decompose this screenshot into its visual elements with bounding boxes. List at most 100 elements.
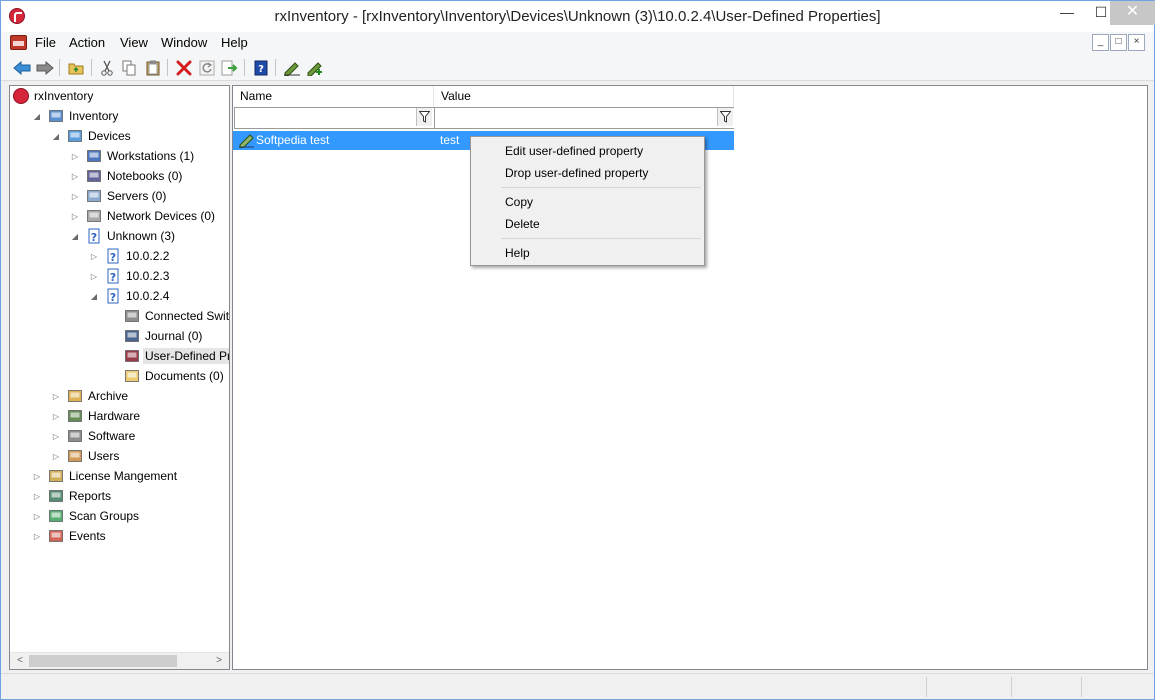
menu-window[interactable]: Window (161, 35, 207, 50)
tree-item-hardware[interactable]: ▷ Hardware (51, 406, 142, 426)
scrollbar-thumb[interactable] (29, 655, 177, 667)
filter-funnel-icon (419, 111, 430, 123)
menu-item-delete[interactable]: Delete (505, 217, 540, 231)
license-icon (48, 468, 64, 484)
up-folder-button[interactable] (66, 58, 85, 77)
collapsed-arrow-icon[interactable]: ▷ (32, 491, 42, 501)
tree-item-events[interactable]: ▷ Events (32, 526, 108, 546)
window-title: rxInventory - [rxInventory\Inventory\Dev… (274, 8, 881, 25)
collapsed-arrow-icon[interactable]: ▷ (51, 451, 61, 461)
switch-icon (124, 308, 140, 324)
close-button[interactable]: ✕ (1110, 1, 1155, 25)
tree-item-devices[interactable]: ◢ Devices (51, 126, 133, 146)
name-filter-input[interactable] (234, 107, 434, 129)
tree-item-workstations-1[interactable]: ▷ Workstations (1) (70, 146, 196, 166)
collapsed-arrow-icon[interactable]: ▷ (51, 411, 61, 421)
tree-item-10-0-2-4[interactable]: ◢? 10.0.2.4 (89, 286, 171, 306)
value-filter-button[interactable] (717, 108, 733, 126)
filter-funnel-icon (720, 111, 731, 123)
expanded-arrow-icon[interactable]: ◢ (70, 231, 80, 241)
column-header-value[interactable]: Value (434, 86, 734, 107)
tree-item-journal-0[interactable]: Journal (0) (108, 326, 204, 346)
scroll-left-arrow-icon[interactable]: < (13, 654, 27, 668)
menu-item-copy[interactable]: Copy (505, 195, 533, 209)
cut-button[interactable] (97, 58, 116, 77)
unknown-host-icon: ? (105, 288, 121, 304)
hardware-icon (67, 408, 83, 424)
menu-file[interactable]: File (35, 35, 56, 50)
tree-item-network-devices-0[interactable]: ▷ Network Devices (0) (70, 206, 217, 226)
back-button[interactable] (12, 58, 31, 77)
inventory-icon (48, 108, 64, 124)
expanded-arrow-icon[interactable]: ◢ (51, 131, 61, 141)
collapsed-arrow-icon[interactable]: ▷ (89, 251, 99, 261)
collapsed-arrow-icon[interactable]: ▷ (70, 171, 80, 181)
expanded-arrow-icon[interactable]: ◢ (32, 111, 42, 121)
add-property-button[interactable] (305, 58, 324, 77)
tree-item-label: 10.0.2.2 (126, 249, 170, 263)
expanded-arrow-icon[interactable]: ◢ (89, 291, 99, 301)
edit-property-button[interactable] (282, 58, 301, 77)
copy-button[interactable] (120, 58, 139, 77)
collapsed-arrow-icon[interactable]: ▷ (32, 531, 42, 541)
help-button[interactable]: ? (251, 58, 270, 77)
forward-button[interactable] (35, 58, 54, 77)
tree-item-rxinventory[interactable]: rxInventory (13, 86, 95, 106)
refresh-icon (199, 60, 214, 75)
paste-button[interactable] (143, 58, 162, 77)
tree-item-scan-groups[interactable]: ▷ Scan Groups (32, 506, 141, 526)
tree-item-label: Workstations (1) (107, 149, 195, 163)
refresh-button[interactable] (197, 58, 216, 77)
value-filter-input[interactable] (434, 107, 734, 129)
minimize-button[interactable]: — (1050, 1, 1084, 25)
tree-item-notebooks-0[interactable]: ▷ Notebooks (0) (70, 166, 184, 186)
menu-action[interactable]: Action (69, 35, 105, 50)
tree-item-user-defined-prop[interactable]: User-Defined Prop (108, 346, 229, 366)
collapsed-arrow-icon[interactable]: ▷ (89, 271, 99, 281)
collapsed-arrow-icon[interactable]: ▷ (51, 431, 61, 441)
mdi-child-icon[interactable] (10, 35, 27, 50)
menu-item-drop-property[interactable]: Drop user-defined property (505, 166, 648, 180)
collapsed-arrow-icon[interactable]: ▷ (70, 191, 80, 201)
menu-item-edit-property[interactable]: Edit user-defined property (505, 144, 643, 158)
tree-item-software[interactable]: ▷ Software (51, 426, 137, 446)
navigation-tree[interactable]: rxInventory ◢ Inventory ◢ Devices ▷ Workstatio… (9, 85, 230, 670)
menu-view[interactable]: View (120, 35, 148, 50)
tree-item-archive[interactable]: ▷ Archive (51, 386, 130, 406)
tree-item-license-mangement[interactable]: ▷ License Mangement (32, 466, 179, 486)
mdi-restore-button[interactable]: □ (1110, 34, 1127, 51)
tree-item-servers-0[interactable]: ▷ Servers (0) (70, 186, 168, 206)
tree-horizontal-scrollbar[interactable]: < > (10, 652, 229, 669)
tree-item-10-0-2-3[interactable]: ▷? 10.0.2.3 (89, 266, 171, 286)
tree-item-unknown-3[interactable]: ◢? Unknown (3) (70, 226, 177, 246)
folder-up-icon (68, 63, 83, 74)
collapsed-arrow-icon[interactable]: ▷ (70, 151, 80, 161)
tree-item-documents-0[interactable]: Documents (0) (108, 366, 226, 386)
mdi-close-button[interactable]: × (1128, 34, 1145, 51)
column-header-name[interactable]: Name (233, 86, 434, 107)
toolbar-separator (167, 59, 168, 76)
collapsed-arrow-icon[interactable]: ▷ (70, 211, 80, 221)
name-filter-button[interactable] (416, 108, 432, 126)
collapsed-arrow-icon[interactable]: ▷ (32, 511, 42, 521)
tree-item-reports[interactable]: ▷ Reports (32, 486, 113, 506)
menu-help[interactable]: Help (221, 35, 248, 50)
mdi-minimize-button[interactable]: _ (1092, 34, 1109, 51)
menu-item-help[interactable]: Help (505, 246, 530, 260)
tree-item-10-0-2-2[interactable]: ▷? 10.0.2.2 (89, 246, 171, 266)
export-button[interactable] (220, 58, 239, 77)
tree-item-inventory[interactable]: ◢ Inventory (32, 106, 120, 126)
collapsed-arrow-icon[interactable]: ▷ (51, 391, 61, 401)
devices-icon (67, 128, 83, 144)
tree-item-users[interactable]: ▷ Users (51, 446, 121, 466)
tree-item-label: Connected Switch (145, 309, 230, 323)
delete-x-icon (176, 60, 191, 75)
users-icon (67, 448, 83, 464)
scroll-right-arrow-icon[interactable]: > (212, 654, 226, 668)
tree-item-connected-switch[interactable]: Connected Switch (108, 306, 230, 326)
server-icon (86, 188, 102, 204)
collapsed-arrow-icon[interactable]: ▷ (32, 471, 42, 481)
toolbar-separator (244, 59, 245, 76)
delete-button[interactable] (174, 58, 193, 77)
